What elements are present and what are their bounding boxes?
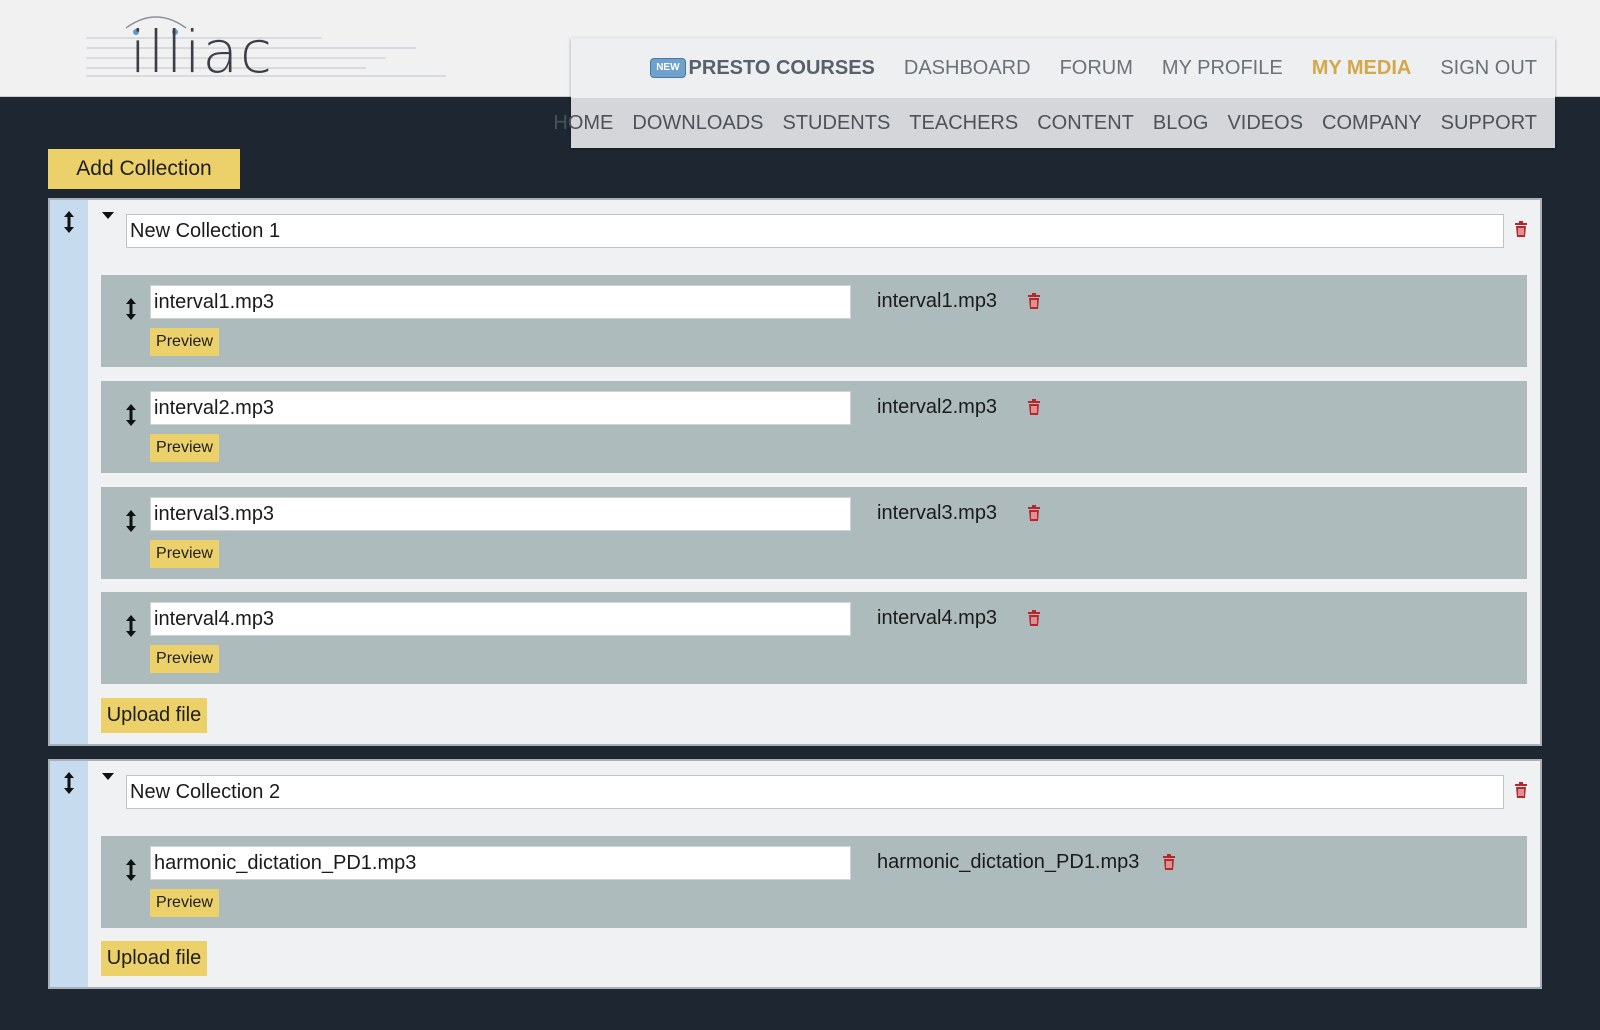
file-title-input[interactable]: [150, 285, 851, 319]
file-title-input[interactable]: [150, 391, 851, 425]
collection-handle-column: [50, 200, 88, 744]
delete-collection-trash-icon[interactable]: [1514, 220, 1528, 238]
nav-sign-out[interactable]: SIGN OUT: [1440, 57, 1537, 80]
file-title-input[interactable]: [150, 497, 851, 531]
nav-teachers[interactable]: TEACHERS: [909, 112, 1018, 135]
delete-file-trash-icon[interactable]: [1027, 398, 1041, 416]
delete-file-trash-icon[interactable]: [1027, 504, 1041, 522]
preview-button[interactable]: Preview: [150, 328, 219, 356]
collapse-caret-icon[interactable]: [102, 212, 114, 220]
nav-content[interactable]: CONTENT: [1037, 112, 1134, 135]
collection-panel: Preview harmonic_dictation_PD1.mp3 Uploa…: [48, 759, 1542, 989]
preview-button[interactable]: Preview: [150, 645, 219, 673]
site-header: illiac NEW PRESTO COURSES DASHBOARD FORU…: [0, 0, 1600, 148]
nav-downloads[interactable]: DOWNLOADS: [632, 112, 763, 135]
drag-handle-icon[interactable]: [124, 614, 138, 638]
collapse-caret-icon[interactable]: [102, 773, 114, 781]
main-nav: HOME DOWNLOADS STUDENTS TEACHERS CONTENT…: [553, 98, 1555, 148]
delete-file-trash-icon[interactable]: [1162, 853, 1176, 871]
collection-name-input[interactable]: [126, 214, 1504, 248]
presto-courses-label: PRESTO COURSES: [688, 56, 875, 79]
upload-file-button[interactable]: Upload file: [101, 698, 207, 733]
drag-handle-icon[interactable]: [62, 771, 76, 795]
file-name-label: interval3.mp3: [877, 502, 998, 524]
add-collection-button[interactable]: Add Collection: [48, 149, 240, 189]
upload-file-button[interactable]: Upload file: [101, 941, 207, 976]
nav-students[interactable]: STUDENTS: [783, 112, 891, 135]
illiac-logo[interactable]: illiac: [86, 12, 446, 84]
presto-courses-link[interactable]: NEW PRESTO COURSES: [650, 57, 875, 80]
drag-handle-icon[interactable]: [62, 210, 76, 234]
file-row: Preview harmonic_dictation_PD1.mp3: [101, 836, 1527, 928]
collection-panel: Preview interval1.mp3 Preview interval2.…: [48, 198, 1542, 746]
file-name-label: interval1.mp3: [877, 290, 998, 312]
top-nav: NEW PRESTO COURSES DASHBOARD FORUM MY PR…: [571, 38, 1555, 98]
logo-text: illiac: [130, 18, 274, 86]
nav-forum[interactable]: FORUM: [1060, 57, 1133, 80]
collection-name-input[interactable]: [126, 775, 1504, 809]
file-row: Preview interval3.mp3: [101, 487, 1527, 579]
nav-my-media[interactable]: MY MEDIA: [1312, 57, 1412, 80]
delete-collection-trash-icon[interactable]: [1514, 781, 1528, 799]
nav-my-profile[interactable]: MY PROFILE: [1162, 57, 1283, 80]
nav-support[interactable]: SUPPORT: [1441, 112, 1537, 135]
nav-videos[interactable]: VIDEOS: [1227, 112, 1303, 135]
drag-handle-icon[interactable]: [124, 509, 138, 533]
preview-button[interactable]: Preview: [150, 540, 219, 568]
delete-file-trash-icon[interactable]: [1027, 609, 1041, 627]
file-name-label: interval4.mp3: [877, 607, 998, 629]
drag-handle-icon[interactable]: [124, 858, 138, 882]
file-row: Preview interval2.mp3: [101, 381, 1527, 473]
file-title-input[interactable]: [150, 846, 851, 880]
nav-dashboard[interactable]: DASHBOARD: [904, 57, 1031, 80]
file-row: Preview interval1.mp3: [101, 275, 1527, 367]
preview-button[interactable]: Preview: [150, 434, 219, 462]
preview-button[interactable]: Preview: [150, 889, 219, 917]
delete-file-trash-icon[interactable]: [1027, 292, 1041, 310]
file-title-input[interactable]: [150, 602, 851, 636]
nav-home[interactable]: HOME: [553, 112, 613, 135]
navigation-panel: NEW PRESTO COURSES DASHBOARD FORUM MY PR…: [553, 38, 1555, 148]
drag-handle-icon[interactable]: [124, 297, 138, 321]
file-name-label: interval2.mp3: [877, 396, 998, 418]
file-name-label: harmonic_dictation_PD1.mp3: [877, 851, 1140, 873]
nav-blog[interactable]: BLOG: [1153, 112, 1209, 135]
new-badge: NEW: [650, 58, 686, 78]
drag-handle-icon[interactable]: [124, 403, 138, 427]
nav-company[interactable]: COMPANY: [1322, 112, 1422, 135]
file-row: Preview interval4.mp3: [101, 592, 1527, 684]
